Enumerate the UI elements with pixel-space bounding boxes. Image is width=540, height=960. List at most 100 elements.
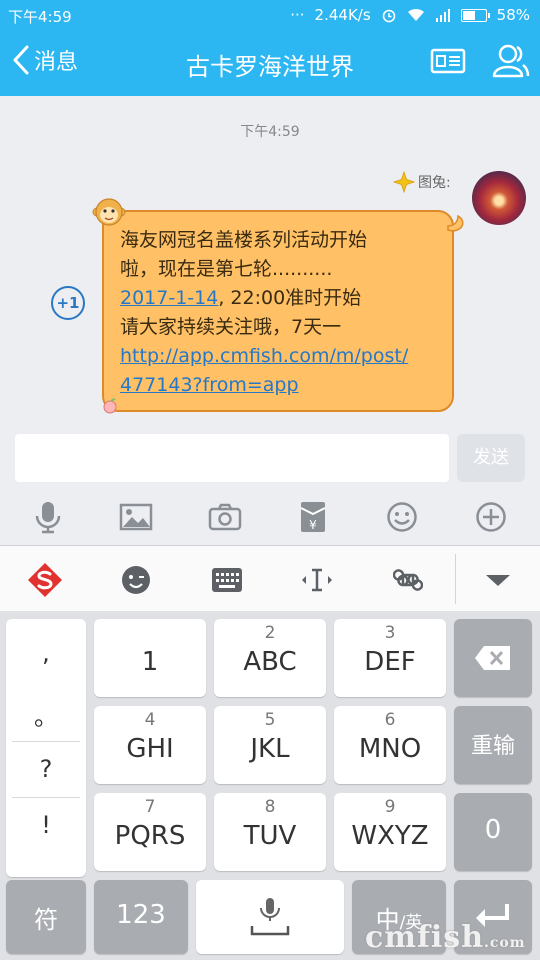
message-line: 海友网冠名盖楼系列活动开始	[120, 229, 368, 251]
delete-key[interactable]	[454, 619, 532, 697]
message-timestamp: 下午4:59	[240, 124, 300, 140]
camera-icon	[208, 503, 242, 531]
key-tuv[interactable]: 8 TUV	[214, 793, 326, 871]
avatar[interactable]	[472, 171, 526, 225]
group-card-button[interactable]	[430, 46, 466, 80]
url-link[interactable]: http://app.cmfish.com/m/post/	[120, 345, 408, 367]
key-label: TUV	[243, 821, 297, 851]
camera-button[interactable]	[202, 494, 248, 540]
watermark-logo: cmfish.com	[365, 920, 526, 955]
keyboard-icon	[212, 568, 242, 592]
key-label: 符	[34, 906, 58, 934]
ime-command-button[interactable]	[386, 558, 430, 602]
key-label: 1	[141, 647, 159, 677]
status-bar: 下午4:59 ··· 2.44K/s 58%	[0, 0, 540, 30]
send-button[interactable]: 发送	[457, 434, 525, 482]
battery-percent: 58%	[496, 6, 530, 24]
sparkle-badge-icon	[393, 171, 415, 193]
red-envelope-icon: ¥	[300, 502, 326, 532]
key-number: 6	[384, 710, 396, 730]
url-link-continued[interactable]: 477143?from=app	[120, 374, 299, 396]
key-wxyz[interactable]: 9 WXYZ	[334, 793, 446, 871]
key-number: 9	[384, 797, 396, 817]
key-mno[interactable]: 6 MNO	[334, 706, 446, 784]
key-number: 8	[264, 797, 276, 817]
key-number: 3	[384, 623, 396, 643]
punctuation-column[interactable]: , 。 ? !	[6, 619, 86, 877]
punct-divider	[12, 741, 80, 742]
key-label: GHI	[126, 734, 174, 764]
date-link[interactable]: 2017-1-14	[120, 287, 218, 309]
punct-period[interactable]: 。	[6, 697, 86, 732]
plus-one-button[interactable]: +1	[51, 286, 85, 320]
collapse-icon	[486, 575, 510, 586]
mic-icon	[35, 502, 61, 534]
watermark-sub: .com	[484, 935, 526, 951]
emoji-wink-icon	[122, 566, 150, 594]
key-1[interactable]: 1	[94, 619, 206, 697]
monkey-bubble-decoration-icon	[92, 198, 126, 226]
message-line: 2017-1-14, 22:00准时开始	[120, 284, 436, 313]
ime-emoji-button[interactable]	[114, 558, 158, 602]
image-icon	[119, 503, 153, 531]
key-label: MNO	[358, 734, 422, 764]
key-ghi[interactable]: 4 GHI	[94, 706, 206, 784]
punct-comma[interactable]: ,	[6, 639, 86, 667]
watermark-main: cmfish	[365, 920, 485, 955]
ime-collapse-button[interactable]	[476, 558, 520, 602]
message-line: 啦，现在是第七轮..........	[120, 258, 333, 280]
svg-text:¥: ¥	[309, 518, 317, 532]
image-button[interactable]	[113, 494, 159, 540]
reenter-key[interactable]: 重输	[454, 706, 532, 784]
space-voice-key[interactable]	[196, 880, 344, 954]
signal-icon	[435, 9, 450, 22]
message-line-rest: , 22:00准时开始	[218, 287, 362, 309]
red-envelope-button[interactable]: ¥	[290, 494, 336, 540]
battery-icon	[460, 8, 490, 22]
key-abc[interactable]: 2 ABC	[214, 619, 326, 697]
ime-keyboard-button[interactable]	[205, 558, 249, 602]
punct-question[interactable]: ?	[6, 755, 86, 783]
mic-icon	[250, 898, 290, 936]
status-time: 下午4:59	[8, 8, 72, 26]
emoji-button[interactable]	[379, 494, 425, 540]
status-dots: ···	[290, 6, 305, 24]
key-label: DEF	[364, 647, 416, 677]
key-number: 2	[264, 623, 276, 643]
key-label: 重输	[470, 734, 515, 759]
number-mode-key[interactable]: 123	[94, 880, 188, 954]
more-button[interactable]	[468, 494, 514, 540]
key-number: 5	[264, 710, 276, 730]
wifi-icon	[407, 8, 424, 21]
key-number: 7	[144, 797, 156, 817]
key-jkl[interactable]: 5 JKL	[214, 706, 326, 784]
key-number: 4	[144, 710, 156, 730]
symbols-key[interactable]: 符	[6, 880, 86, 954]
key-label: 123	[116, 900, 166, 930]
key-0[interactable]: 0	[454, 793, 532, 871]
sender-name: 图兔:	[418, 175, 451, 191]
alarm-icon	[382, 9, 395, 23]
message-bubble[interactable]: 海友网冠名盖楼系列活动开始 啦，现在是第七轮.......... 2017-1-…	[102, 210, 454, 412]
key-label: 0	[484, 815, 502, 845]
key-label: JKL	[250, 734, 290, 764]
nav-bar: 消息 古卡罗海洋世界	[0, 30, 540, 96]
key-label: ABC	[243, 647, 297, 677]
ime-cursor-button[interactable]	[295, 558, 339, 602]
key-label: WXYZ	[351, 821, 429, 851]
chat-toolbar: ¥	[0, 494, 540, 540]
key-pqrs[interactable]: 7 PQRS	[94, 793, 206, 871]
punct-exclaim[interactable]: !	[6, 811, 86, 839]
keyboard: , 。 ? ! 1 2 ABC 3 DEF 4 GHI 5 JKL 6 MNO …	[0, 611, 540, 960]
message-line: 请大家持续关注哦，7天一	[120, 316, 342, 338]
mic-button[interactable]	[25, 494, 71, 540]
ime-logo-button[interactable]	[23, 558, 67, 602]
ime-divider	[455, 554, 456, 604]
members-button[interactable]	[490, 42, 530, 84]
key-def[interactable]: 3 DEF	[334, 619, 446, 697]
message-input[interactable]	[15, 434, 449, 482]
peach-bubble-decoration-icon	[103, 398, 117, 414]
bubble-tail-decoration-icon	[447, 214, 464, 232]
id-card-icon	[430, 48, 466, 74]
user-group-icon	[492, 44, 530, 78]
